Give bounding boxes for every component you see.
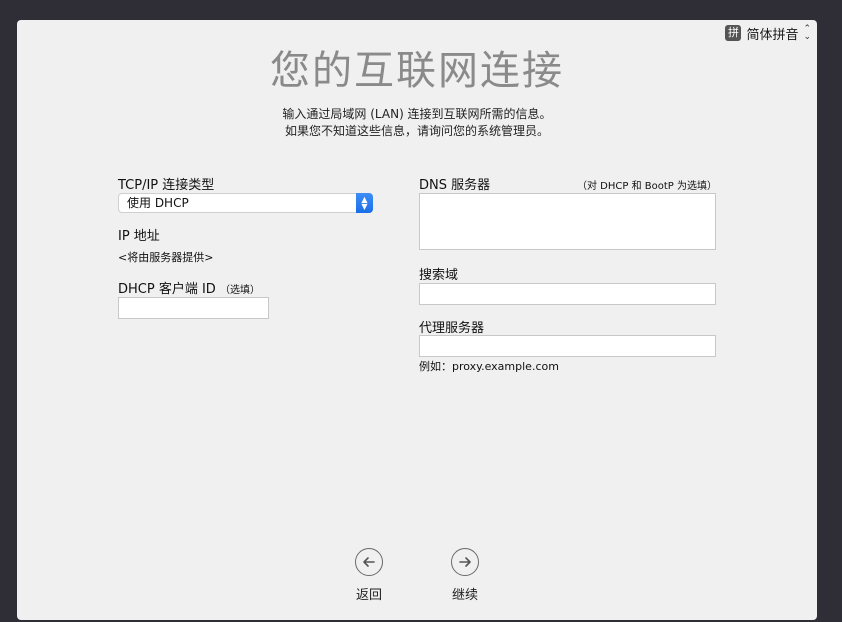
connection-type-label: TCP/IP 连接类型: [118, 178, 215, 193]
dns-server-field[interactable]: [419, 193, 716, 250]
dns-server-label: DNS 服务器: [419, 178, 491, 193]
continue-button[interactable]: 继续: [435, 548, 495, 603]
continue-label: 继续: [451, 588, 478, 603]
ip-address-label: IP 地址: [118, 229, 160, 244]
select-arrows-icon: ▲ ▼: [356, 193, 373, 213]
arrow-left-icon: [355, 548, 383, 576]
search-domain-field[interactable]: [419, 283, 716, 305]
back-label: 返回: [355, 588, 382, 603]
back-button[interactable]: 返回: [339, 548, 399, 603]
proxy-server-field[interactable]: [419, 335, 716, 357]
subtitle-line-1: 输入通过局域网 (LAN) 连接到互联网所需的信息。: [282, 107, 552, 121]
proxy-server-label: 代理服务器: [419, 321, 485, 336]
ip-address-value: <将由服务器提供>: [118, 251, 214, 264]
proxy-example-text: 例如：proxy.example.com: [419, 360, 559, 373]
dhcp-client-id-optional: （选填）: [219, 285, 260, 296]
setup-window: 拼 简体拼音 ⌃ ⌄ 您的互联网连接 输入通过局域网 (LAN) 连接到互联网所需…: [17, 20, 817, 620]
page-title: 您的互联网连接: [270, 48, 564, 94]
search-domain-label: 搜索域: [419, 268, 459, 283]
connection-type-select[interactable]: 使用 DHCP ▲ ▼: [118, 193, 373, 213]
subtitle-line-2: 如果您不知道这些信息，请询问您的系统管理员。: [284, 124, 549, 138]
arrow-right-icon: [451, 548, 479, 576]
page-subtitle: 输入通过局域网 (LAN) 连接到互联网所需的信息。 如果您不知道这些信息，请询…: [17, 106, 817, 140]
dhcp-client-id-label: DHCP 客户端 ID （选填）: [118, 278, 260, 297]
connection-type-value: 使用 DHCP: [127, 196, 189, 210]
dns-server-note: （对 DHCP 和 BootP 为选填）: [577, 181, 717, 192]
dhcp-client-id-field[interactable]: [118, 297, 269, 319]
dhcp-client-id-label-text: DHCP 客户端 ID: [118, 282, 216, 297]
